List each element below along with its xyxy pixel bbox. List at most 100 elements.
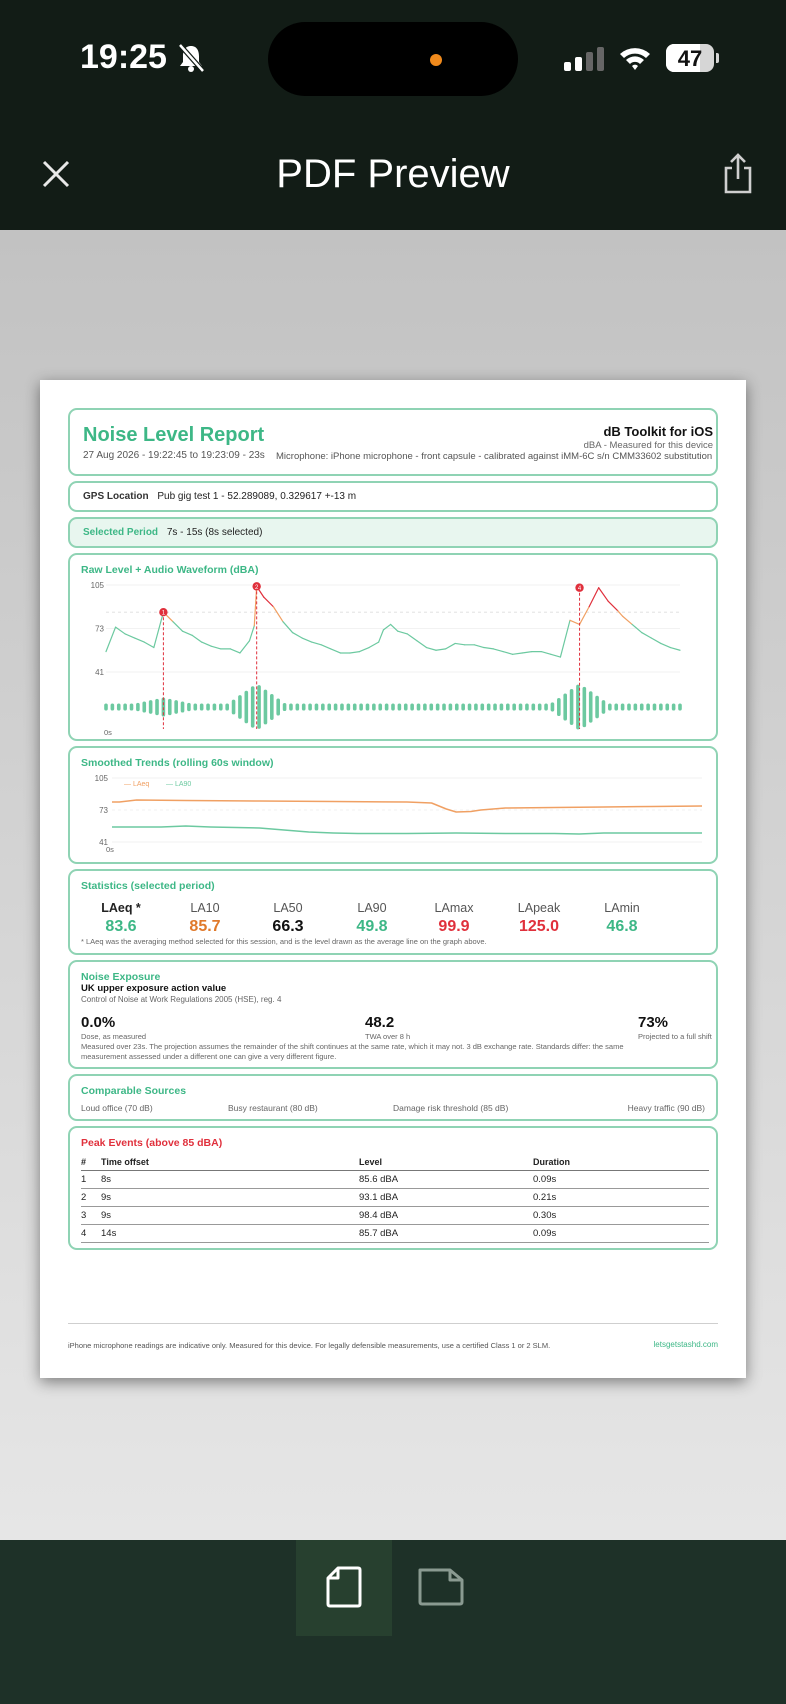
waveform-bar [372,703,376,711]
waveform-bar [148,700,153,714]
waveform-bar [116,703,121,711]
level-line-segment [406,633,418,642]
waveform-bar [212,703,217,711]
waveform-bar [627,703,631,711]
raw-level-chart: 10573410s12 4 [91,581,682,737]
waveform-bar [512,703,516,711]
peak-events-table: # Time offset Level Duration 1 8s 85.6 dBA… [81,1154,709,1243]
waveform-bar [167,698,172,716]
stat-value: 83.6 [105,918,137,935]
table-cell: 14s [101,1224,359,1243]
level-line-segment [191,634,203,643]
level-line-segment [397,630,408,635]
stat-item: LA50 66.3 [248,901,328,936]
waveform-bar [403,703,408,711]
waveform-bar [174,700,178,714]
waveform-bar [340,703,344,711]
pdf-preview-area[interactable]: Noise Level Report 27 Aug 2026 - 19:22:4… [0,230,786,1540]
waveform-bar [104,703,108,711]
level-line-segment [349,651,361,654]
waveform-bar [384,703,389,711]
stat-name: LAmin [604,901,640,915]
stat-value: 66.3 [272,918,304,935]
table-cell: 0.09s [533,1170,709,1189]
noise-exposure-card: Noise Exposure UK upper exposure action … [68,960,718,1069]
waveform-bar [608,703,612,711]
waveform-bar [582,686,587,728]
landscape-page-icon[interactable] [416,1566,466,1608]
waveform-bar [187,702,191,712]
waveform-bar [620,703,625,711]
waveform-bar [442,703,446,711]
waveform-bar [391,703,395,711]
waveform-bar [289,703,293,711]
table-header-row: # Time offset Level Duration [81,1154,709,1171]
table-cell: 3 [81,1206,101,1225]
table-row: 1 8s 85.6 dBA 0.09s [81,1170,709,1189]
gps-card: GPS Location Pub gig test 1 - 52.289089,… [68,481,718,512]
top-bar: 19:25 47 PDF Preview [0,0,786,230]
level-line-segment [435,648,447,651]
share-icon[interactable] [720,152,756,194]
level-line-segment [550,653,562,658]
waveform-bar [678,703,682,711]
smoothed-trends-chart: 10573410s— LAeq — LA90 [95,774,703,854]
waveform-bar [257,685,261,729]
selected-period-value: 7s - 15s (8s selected) [166,527,263,538]
waveform-bar [665,703,670,711]
level-line-segment [248,625,255,642]
waveform-bar [486,703,491,711]
waveform-bar [225,703,229,711]
waveform-bar [499,703,504,711]
stat-item: LApeak 125.0 [499,901,579,936]
column-header: Time offset [101,1154,359,1171]
comparable-item: Damage risk threshold (85 dB) [393,1103,509,1113]
waveform-bar [423,703,427,711]
projected-value: 73% [638,1014,669,1031]
waveform-bar [282,702,287,712]
waveform-bar [537,703,542,711]
waveform-bar [142,701,147,713]
report-date-range: 27 Aug 2026 - 19:22:45 to 19:23:09 - 23s [83,450,265,461]
waveform-bar [359,703,363,711]
pdf-page: Noise Level Report 27 Aug 2026 - 19:22:4… [40,380,746,1378]
waveform-bar [206,703,210,711]
waveform-bar [250,686,255,728]
exposure-note-2: measurement assessed under a different o… [81,1052,337,1061]
level-line-segment [172,621,184,632]
waveform-bar [576,684,580,730]
table-cell: 9s [101,1206,359,1225]
y-tick-label: 73 [95,625,104,634]
level-line-segment [621,615,633,626]
waveform-bar [429,703,434,711]
stat-item: LA90 49.8 [332,901,412,936]
level-line-segment [210,645,222,650]
waveform-bar [550,702,555,712]
x-tick-label: 0s [104,728,112,737]
waveform-bar [295,703,300,711]
footer-divider [68,1323,718,1324]
level-line-segment [320,644,332,650]
table-cell: 93.1 dBA [359,1188,533,1207]
waveform-bar [671,703,676,711]
level-line-segment [650,637,662,645]
stat-item: LAmin 46.8 [582,901,662,936]
table-cell: 1 [81,1170,101,1189]
waveform-bar [633,703,638,711]
footer-link[interactable]: letsgetstashd.com [654,1340,718,1349]
portrait-orientation-button[interactable] [296,1540,392,1636]
level-line-segment [578,606,590,626]
peak-events-card: Peak Events (above 85 dBA) # Time offset… [68,1126,718,1250]
comparable-item: Busy restaurant (80 dB) [228,1103,318,1113]
raw-level-card: Raw Level + Audio Waveform (dBA) 105 73 41… [68,553,718,741]
portrait-page-icon [326,1566,362,1608]
y-tick-label: 41 [95,668,104,677]
stat-item: LAmax 99.9 [414,901,494,936]
waveform-bar [378,703,383,711]
waveform-bar [639,703,644,711]
waveform-bar [518,703,523,711]
waveform-bar [448,703,453,711]
y-tick-label: 73 [99,806,108,815]
table-row: 3 9s 98.4 dBA 0.30s [81,1206,709,1225]
table-cell: 85.6 dBA [359,1170,533,1189]
